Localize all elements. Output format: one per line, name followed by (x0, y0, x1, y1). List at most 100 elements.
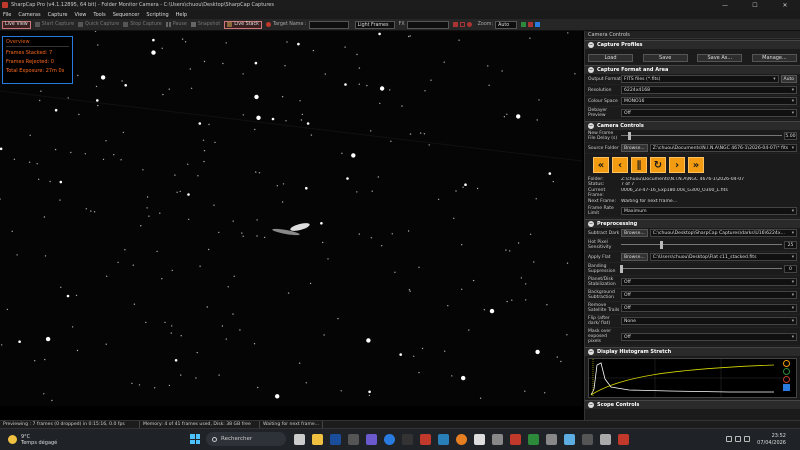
output-format-select[interactable]: FITS files (*.fits) (621, 75, 779, 83)
menu-help[interactable]: Help (176, 12, 187, 18)
menu-tools[interactable]: Tools (93, 12, 105, 18)
firefox-icon[interactable] (455, 433, 467, 445)
target-name-input[interactable] (308, 20, 349, 29)
menu-cameras[interactable]: Cameras (18, 12, 40, 18)
rewind-button[interactable]: « (593, 157, 609, 173)
app-icon[interactable] (437, 433, 449, 445)
resolution-select[interactable]: 6224x4168 (621, 86, 797, 94)
live-image-view[interactable] (0, 31, 582, 406)
zoom-select[interactable]: Auto (495, 20, 518, 29)
close-button[interactable]: ✕ (770, 0, 800, 10)
hot-pixel-slider[interactable] (621, 241, 782, 250)
fast-forward-button[interactable]: » (688, 157, 704, 173)
chevron-up-icon[interactable] (726, 436, 732, 442)
file-explorer-icon[interactable] (311, 433, 323, 445)
app-icon[interactable] (527, 433, 539, 445)
overlay-icon[interactable] (459, 22, 465, 27)
menu-scripting[interactable]: Scripting (146, 12, 168, 18)
slider-knob[interactable] (620, 265, 623, 274)
clock[interactable]: 23:52 07/04/2026 (757, 433, 786, 447)
subtract-dark-select[interactable]: C:\chuou\Desktop\SharpCap Captures\darks… (649, 229, 797, 238)
banding-value[interactable]: 0 (784, 265, 797, 274)
sharpcap-taskbar-icon[interactable] (509, 433, 521, 445)
quick-capture-button[interactable]: Quick Capture (78, 22, 119, 27)
teams-icon[interactable] (365, 433, 377, 445)
frame-type-select[interactable]: Light Frames (354, 20, 395, 29)
reset-icon[interactable] (783, 368, 790, 376)
reload-button[interactable]: ↻ (650, 157, 666, 173)
plot-icon[interactable] (528, 22, 534, 27)
flat-browse-button[interactable]: Browse... (621, 253, 648, 262)
maximize-button[interactable]: ☐ (740, 0, 770, 10)
frame-rate-select[interactable]: Maximum (621, 207, 797, 216)
fx-select[interactable] (406, 20, 449, 29)
app-icon[interactable] (563, 433, 575, 445)
source-folder-select[interactable]: Z:\chuou\Documents\N.I.N.A\NGC 4676-1\20… (649, 144, 797, 152)
play-button[interactable]: › (669, 157, 685, 173)
app-icon[interactable] (419, 433, 431, 445)
section-camera-controls[interactable]: − Camera Controls (585, 121, 800, 130)
auto-stretch-icon[interactable] (783, 360, 790, 368)
flip-select[interactable]: None (621, 317, 797, 326)
background-select[interactable]: Off (621, 291, 797, 300)
section-histogram[interactable]: − Display Histogram Stretch (585, 347, 800, 357)
app-icon[interactable] (599, 433, 611, 445)
weather-widget[interactable]: 9°C Temps dégagé (0, 434, 120, 446)
focus-icon[interactable] (466, 22, 472, 27)
menu-file[interactable]: File (3, 12, 11, 18)
dark-browse-button[interactable]: Browse... (621, 229, 648, 238)
app-icon[interactable] (347, 433, 359, 445)
colour-space-select[interactable]: MONO16 (621, 97, 797, 105)
edge-icon[interactable] (383, 433, 395, 445)
new-frame-delay-slider[interactable] (621, 132, 782, 140)
menu-view[interactable]: View (75, 12, 87, 18)
start-capture-button[interactable]: Start Capture (34, 22, 74, 27)
taskbar-search[interactable]: Rechercher (206, 432, 286, 446)
menu-capture[interactable]: Capture (48, 12, 68, 18)
save-icon[interactable] (783, 384, 790, 392)
snapshot-button[interactable]: Snapshot (190, 22, 220, 27)
section-scope-controls[interactable]: − Scope Controls (585, 400, 800, 410)
source-browse-button[interactable]: Browse... (621, 144, 648, 152)
task-view-icon[interactable] (293, 433, 305, 445)
new-frame-delay-value[interactable]: 5.00 (784, 132, 797, 140)
section-preprocessing[interactable]: − Preprocessing (585, 219, 800, 229)
app-icon[interactable] (581, 433, 593, 445)
stop-capture-button[interactable]: Stop Capture (123, 22, 162, 27)
slider-knob[interactable] (628, 132, 632, 140)
save-as-button[interactable]: Save As... (697, 54, 743, 62)
section-capture-profiles[interactable]: − Capture Profiles (585, 40, 800, 49)
live-stack-button[interactable]: Live Stack (224, 20, 262, 29)
wifi-icon[interactable] (735, 436, 741, 442)
load-button[interactable]: Load (588, 54, 633, 62)
histogram-stretch[interactable] (588, 358, 797, 399)
pause-playback-button[interactable]: ∥ (631, 157, 647, 173)
mask-select[interactable]: Off (621, 332, 797, 341)
pause-button[interactable]: Pause (165, 22, 187, 27)
overview-panel[interactable]: Overview Frames Stacked: 7 Frames Reject… (2, 36, 73, 84)
remove-satellite-select[interactable]: Off (621, 304, 797, 313)
live-view-button[interactable]: Live View (2, 20, 31, 29)
store-icon[interactable] (401, 433, 413, 445)
reticle-icon[interactable] (452, 22, 458, 27)
manage-button[interactable]: Manage... (751, 54, 797, 62)
magnifier-icon[interactable] (535, 22, 541, 27)
hot-pixel-value[interactable]: 25 (784, 241, 797, 250)
volume-icon[interactable] (744, 436, 750, 442)
step-back-button[interactable]: ‹ (612, 157, 628, 173)
app-icon[interactable] (545, 433, 557, 445)
debayer-select[interactable]: Off (621, 109, 797, 117)
start-icon[interactable] (190, 434, 200, 444)
plus-icon[interactable] (473, 433, 485, 445)
app-icon[interactable] (491, 433, 503, 445)
app-icon[interactable] (617, 433, 629, 445)
planet-select[interactable]: Off (621, 278, 797, 287)
banding-slider[interactable] (620, 265, 782, 274)
play-icon[interactable] (521, 22, 527, 27)
auto-button[interactable]: Auto (780, 75, 797, 83)
apply-flat-select[interactable]: C:\Users\chuou\Desktop\Flat c11_stacked.… (649, 253, 797, 262)
photoshop-icon[interactable] (329, 433, 341, 445)
section-capture-format[interactable]: − Capture Format and Area (585, 65, 800, 74)
menu-sequencer[interactable]: Sequencer (113, 12, 140, 18)
save-button[interactable]: Save (642, 54, 688, 62)
